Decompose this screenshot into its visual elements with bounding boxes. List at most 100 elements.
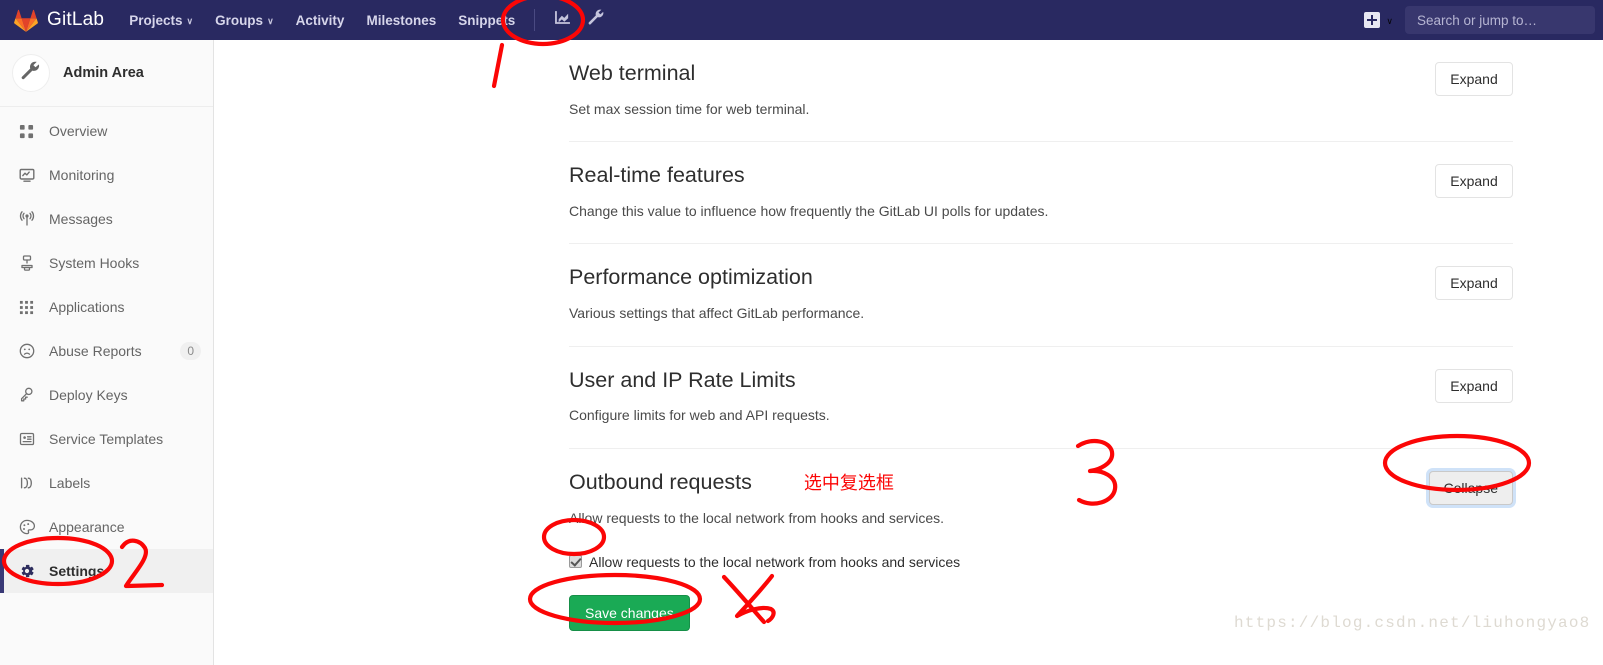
new-item-button[interactable]: ∨ [1356,0,1401,40]
frown-face-icon [18,343,35,360]
chevron-down-icon: ∨ [186,15,194,26]
monitor-icon [18,167,35,184]
allow-local-network-checkbox-label: Allow requests to the local network from… [589,553,961,570]
sidebar-item-label: Applications [49,299,125,315]
collapse-button-outbound-requests[interactable]: Collapse [1428,470,1513,505]
section-text: Performance optimization Various setting… [569,264,1435,323]
applications-grid-icon [18,299,35,316]
sidebar-item-label: Appearance [49,519,125,535]
sidebar-item-settings[interactable]: Settings [0,549,213,593]
section-title-text: Performance optimization [569,265,813,290]
section-title: Real-time features [569,162,1405,189]
expand-button-performance-optimization[interactable]: Expand [1435,266,1513,301]
admin-area-button[interactable] [579,0,613,40]
chevron-down-icon: ∨ [267,15,274,26]
nav-divider [534,9,536,31]
section-text: Web terminal Set max session time for we… [569,60,1435,119]
section-title-text: Real-time features [569,163,745,188]
sidebar-header[interactable]: Admin Area [0,40,213,107]
nav-link-groups[interactable]: Groups ∨ [204,0,285,40]
watermark: https://blog.csdn.net/liuhongyao8 [1234,614,1591,632]
sidebar-nav-list: Overview Monitoring Messages System Hook… [0,107,213,593]
section-description: Allow requests to the local network from… [569,509,945,526]
section-title-text: Outbound requests [569,469,752,494]
allow-local-network-checkbox-row[interactable]: Allow requests to the local network from… [569,554,1399,570]
analytics-chart-button[interactable] [545,0,579,40]
section-text: User and IP Rate Limits Configure limits… [569,367,1435,426]
section-action: Expand [1435,264,1513,301]
avatar [12,54,50,92]
settings-section-real-time-features: Real-time features Change this value to … [569,142,1513,245]
abuse-reports-count-badge: 0 [180,342,201,360]
section-description: Change this value to influence how frequ… [569,203,1049,220]
palette-icon [18,519,35,536]
sidebar-item-appearance[interactable]: Appearance [0,505,213,549]
key-icon [18,387,35,404]
chart-icon [554,9,571,31]
settings-section-web-terminal: Web terminal Set max session time for we… [569,40,1513,143]
nav-link-milestones[interactable]: Milestones [355,0,447,40]
nav-link-projects-label: Projects [129,12,183,28]
sidebar-item-label: Settings [49,563,105,579]
section-text: Outbound requests 选中复选框 Allow requests t… [569,469,1429,631]
sidebar-item-abuse-reports[interactable]: Abuse Reports 0 [0,329,213,373]
nav-link-snippets[interactable]: Snippets [447,0,526,40]
annotation-note-checkbox: 选中复选框 [803,472,894,494]
section-action: Expand [1435,367,1513,403]
overview-grid-icon [18,123,35,140]
sidebar-item-deploy-keys[interactable]: Deploy Keys [0,373,213,417]
nav-link-projects[interactable]: Projects ∨ [118,0,204,40]
sidebar-item-label: Abuse Reports [49,343,142,359]
sidebar-item-label: Monitoring [49,167,115,183]
nav-link-groups-label: Groups [215,12,264,28]
sidebar-item-monitoring[interactable]: Monitoring [0,153,213,197]
section-text: Real-time features Change this value to … [569,162,1435,221]
sidebar-item-label: System Hooks [49,255,140,271]
nav-link-activity[interactable]: Activity [285,0,356,40]
settings-content: Web terminal Set max session time for we… [214,40,1603,665]
plus-square-icon [1364,12,1381,28]
gitlab-home-link[interactable]: GitLab [0,0,118,40]
gitlab-fox-logo-icon [14,9,38,32]
settings-section-performance-optimization: Performance optimization Various setting… [569,244,1513,347]
hook-icon [18,255,35,272]
sidebar-item-messages[interactable]: Messages [0,197,213,241]
section-title: Performance optimization [569,264,1405,291]
sidebar-item-applications[interactable]: Applications [0,285,213,329]
expand-button-real-time-features[interactable]: Expand [1435,164,1513,199]
section-title-text: Web terminal [569,61,696,85]
sidebar-item-label: Labels [49,475,91,491]
primary-nav: Projects ∨ Groups ∨ Activity Milestones … [118,0,613,40]
section-action: Expand [1435,162,1513,199]
navbar-right-group: ∨ Search or jump to… [1356,0,1603,40]
section-description: Set max session time for web terminal. [569,100,810,117]
labels-icon [18,475,35,492]
expand-button-user-ip-rate-limits[interactable]: Expand [1435,368,1513,403]
section-title: Web terminal [569,60,1405,87]
sidebar-item-label: Messages [49,211,113,227]
sidebar-item-overview[interactable]: Overview [0,109,213,153]
template-icon [18,431,35,448]
sidebar-item-label: Service Templates [49,431,164,447]
chevron-down-icon: ∨ [1386,15,1393,26]
expand-button-web-terminal[interactable]: Expand [1435,62,1513,96]
settings-section-user-ip-rate-limits: User and IP Rate Limits Configure limits… [569,347,1513,449]
sidebar-title: Admin Area [63,65,144,81]
section-description: Configure limits for web and API request… [569,407,830,424]
section-title: Outbound requests 选中复选框 [569,469,1399,496]
sidebar-item-label: Deploy Keys [49,387,128,403]
sidebar-item-labels[interactable]: Labels [0,461,213,505]
brand-name: GitLab [47,9,105,30]
allow-local-network-checkbox[interactable] [569,555,582,569]
search-input[interactable]: Search or jump to… [1405,6,1595,34]
section-action: Expand [1435,60,1513,96]
sidebar-item-system-hooks[interactable]: System Hooks [0,241,213,285]
save-changes-button[interactable]: Save changes [569,594,690,631]
section-action: Collapse [1428,469,1513,505]
settings-section-list: Web terminal Set max session time for we… [214,40,1603,653]
admin-sidebar: Admin Area Overview Monitoring Messages … [0,40,214,665]
sidebar-item-label: Overview [49,123,108,139]
top-navbar: GitLab Projects ∨ Groups ∨ Activity Mile… [0,0,1603,40]
sidebar-item-service-templates[interactable]: Service Templates [0,417,213,461]
wrench-icon [21,61,41,86]
